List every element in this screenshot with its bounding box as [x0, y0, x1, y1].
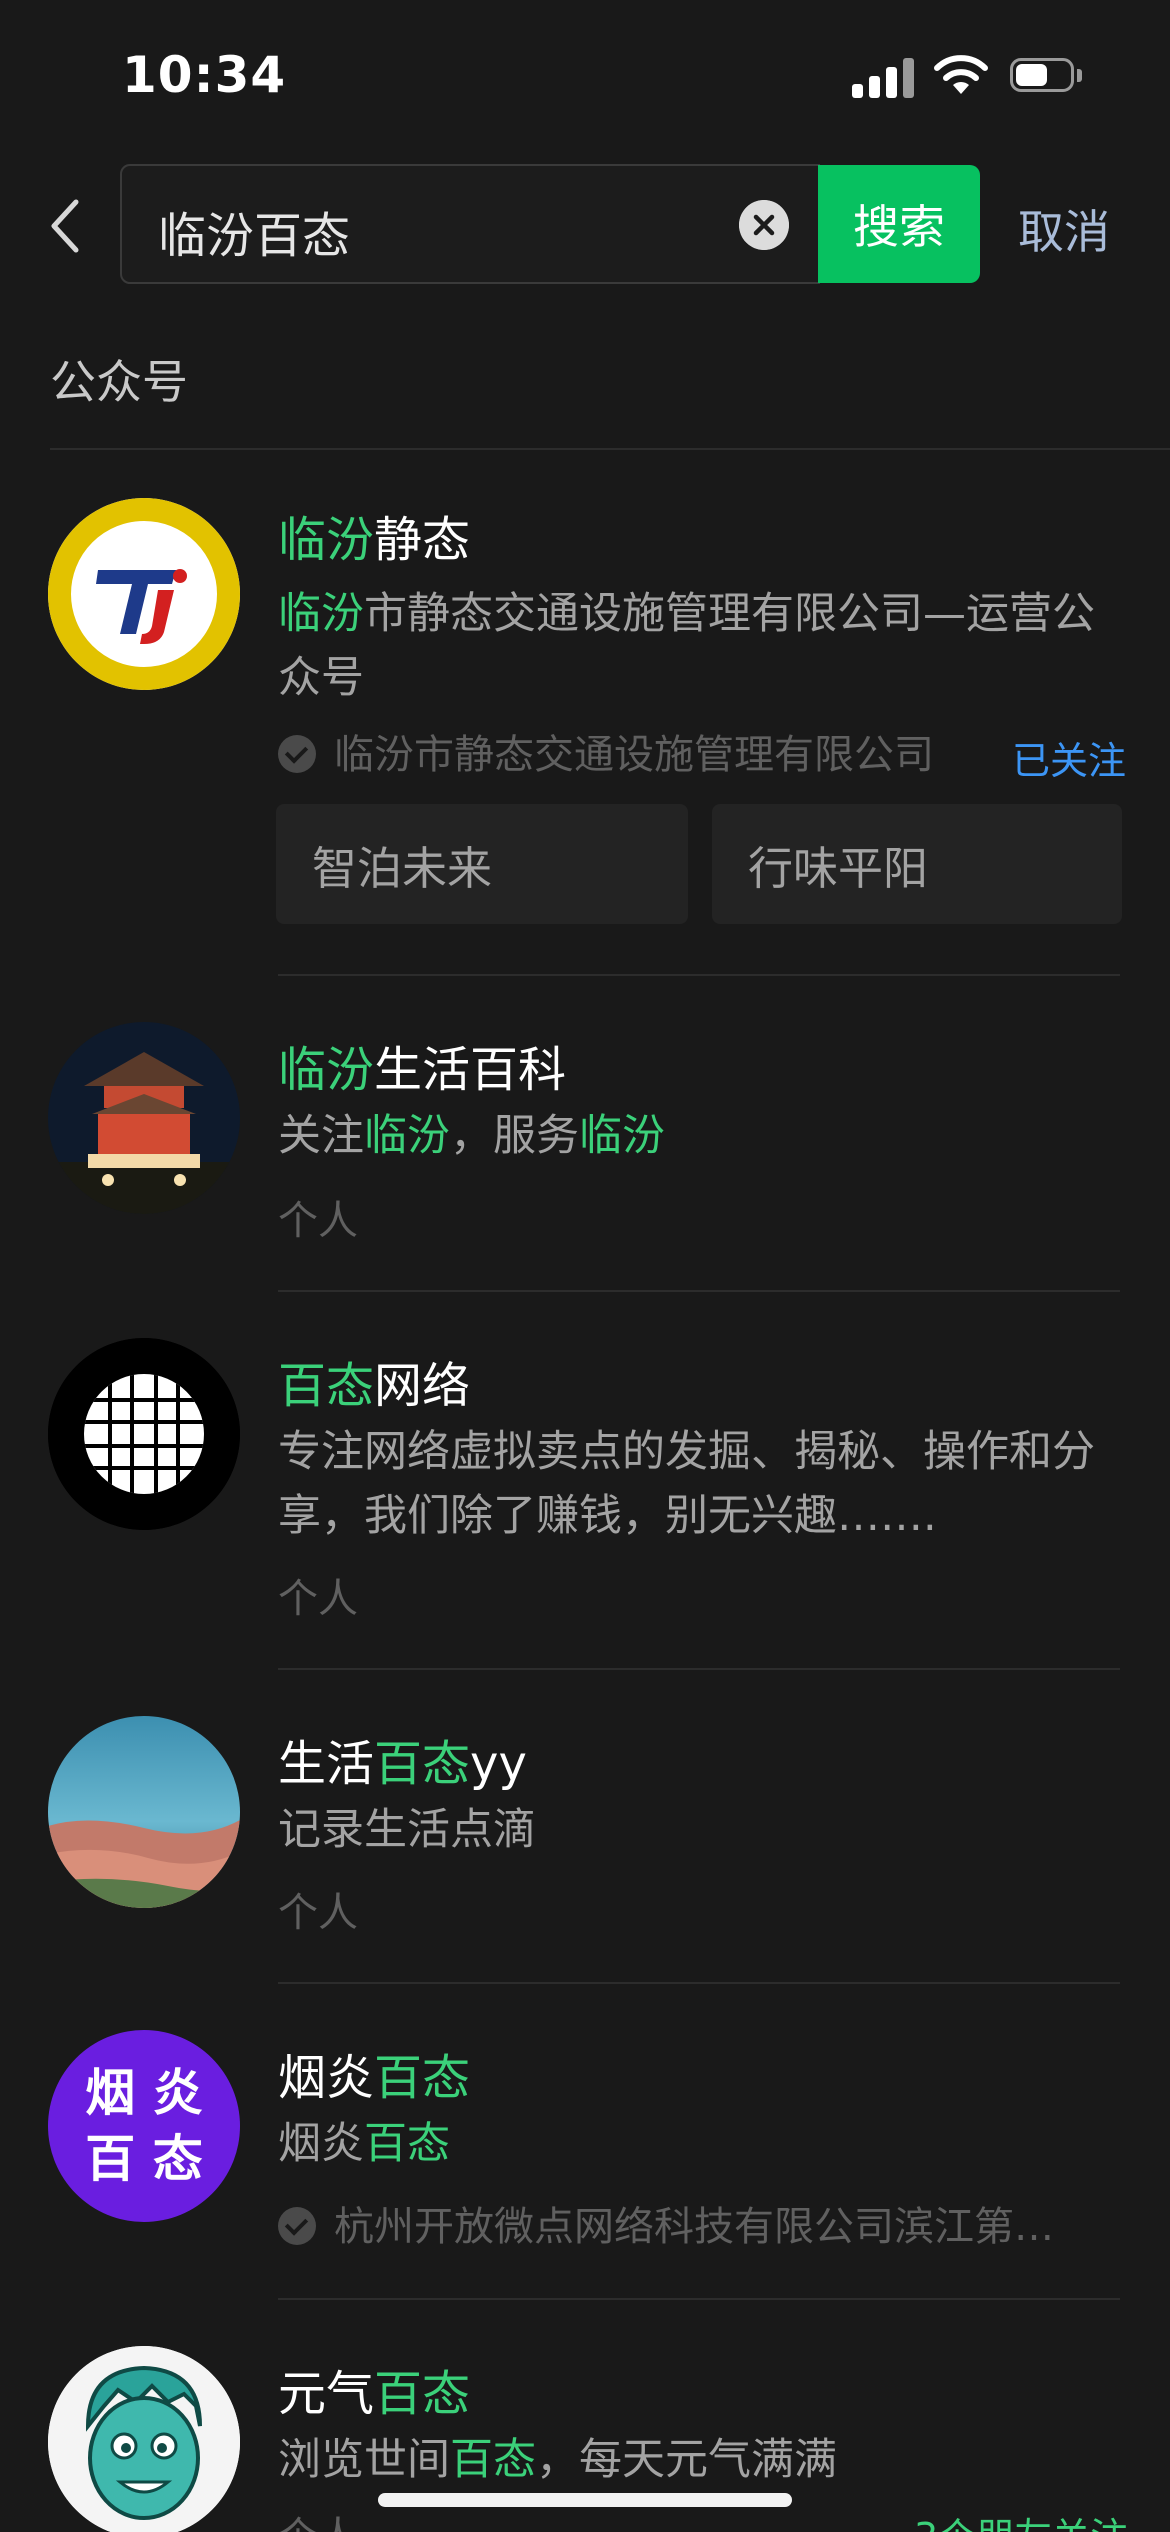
result-name: 生活百态yy	[278, 1736, 527, 1792]
result-item[interactable]: 临汾生活百科 关注临汾，服务临汾 个人	[0, 1010, 1170, 1280]
result-item[interactable]: 烟 炎 百 态 烟炎百态 烟炎百态 杭州开放微点网络科技有限公司滨江第…	[0, 2018, 1170, 2288]
result-name: 百态网络	[278, 1358, 471, 1414]
status-time: 10:34	[122, 46, 287, 104]
result-description: 关注临汾，服务临汾	[278, 1111, 665, 1161]
cancel-button[interactable]: 取消	[1018, 196, 1110, 262]
verified-owner: 杭州开放微点网络科技有限公司滨江第…	[278, 2194, 1054, 2252]
result-name: 临汾静态	[278, 512, 471, 568]
search-query-text: 临汾百态	[158, 208, 351, 264]
battery-icon	[1010, 58, 1084, 94]
home-indicator[interactable]	[378, 2493, 792, 2507]
followed-status: 已关注	[1012, 739, 1127, 783]
result-item[interactable]: 生活百态yy 记录生活点滴 个人	[0, 1704, 1170, 1974]
related-account-tag[interactable]: 智泊未来	[276, 804, 688, 924]
search-button[interactable]: 搜索	[818, 165, 980, 283]
result-description: 专注网络虚拟卖点的发掘、揭秘、操作和分享，我们除了赚钱，别无兴趣…….	[278, 1427, 1095, 1541]
item-divider	[278, 1290, 1120, 1292]
result-name: 元气百态	[278, 2366, 471, 2422]
result-item[interactable]: 临汾静态 临汾市静态交通设施管理有限公司—运营公众号 临汾市静态交通设施管理有限…	[0, 490, 1170, 960]
result-name: 烟炎百态	[278, 2050, 471, 2106]
result-description: 浏览世间百态，每天元气满满	[278, 2435, 837, 2485]
result-description: 烟炎百态	[278, 2119, 450, 2169]
result-item[interactable]: 百态网络 专注网络虚拟卖点的发掘、揭秘、操作和分享，我们除了赚钱，别无兴趣…….…	[0, 1326, 1170, 1656]
wifi-icon	[934, 55, 988, 94]
verified-check-icon	[278, 2207, 316, 2245]
verified-owner: 临汾市静态交通设施管理有限公司	[278, 722, 934, 780]
result-name: 临汾生活百科	[278, 1042, 567, 1098]
account-type: 个人	[278, 1576, 358, 1622]
calligraphy-logo-icon: 烟 炎 百 态	[48, 2030, 240, 2222]
search-input[interactable]: 临汾百态	[120, 164, 820, 284]
item-divider	[278, 1668, 1120, 1670]
related-account-tag[interactable]: 行味平阳	[712, 804, 1122, 924]
account-type: 个人	[278, 2504, 358, 2532]
sea-photo-icon	[48, 1716, 240, 1908]
friends-following: 3个朋友关注	[914, 2506, 1128, 2532]
verified-check-icon	[278, 735, 316, 773]
account-type: 个人	[278, 1890, 358, 1936]
pavilion-photo-icon	[48, 1022, 240, 1214]
result-description: 记录生活点滴	[278, 1805, 536, 1855]
disco-ball-icon	[48, 1338, 240, 1530]
cellular-signal-icon	[852, 56, 916, 98]
clear-icon[interactable]	[739, 200, 789, 250]
result-description: 临汾市静态交通设施管理有限公司—运营公众号	[278, 589, 1095, 703]
item-divider	[278, 2298, 1120, 2300]
cartoon-boy-icon	[48, 2346, 240, 2532]
back-arrow-icon[interactable]	[44, 196, 84, 256]
account-type: 个人	[278, 1198, 358, 1244]
item-divider	[278, 974, 1120, 976]
item-divider	[278, 1982, 1120, 1984]
tj-logo-icon	[48, 498, 240, 690]
section-divider	[50, 448, 1170, 450]
section-title: 公众号	[50, 355, 188, 409]
